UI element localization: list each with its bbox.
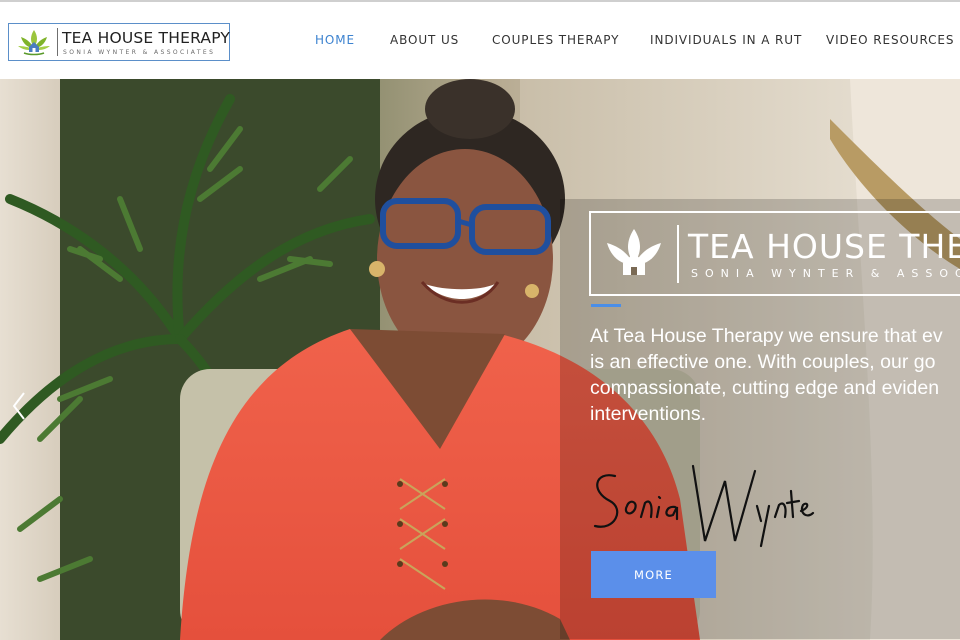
site-header: TEA HOUSE THERAPY SONIA WYNTER & ASSOCIA…: [0, 2, 960, 79]
main-nav: HOME ABOUT US COUPLES THERAPY INDIVIDUAL…: [0, 33, 960, 53]
nav-home[interactable]: HOME: [315, 33, 355, 47]
hero-tagline: At Tea House Therapy we ensure that ev i…: [590, 323, 960, 427]
signature: [593, 464, 815, 548]
nav-about-us[interactable]: ABOUT US: [390, 33, 459, 47]
more-button[interactable]: MORE: [591, 551, 716, 598]
accent-line: [591, 304, 621, 307]
hero-logo-divider: [677, 225, 679, 283]
nav-individuals-in-a-rut[interactable]: INDIVIDUALS IN A RUT: [650, 33, 802, 47]
tagline-line: At Tea House Therapy we ensure that ev: [590, 325, 943, 347]
hero-logo: TEA HOUSE THERA SONIA WYNTER & ASSOCI: [589, 211, 960, 296]
tagline-line: interventions.: [590, 403, 706, 425]
lotus-house-icon: [607, 229, 661, 275]
hero-logo-title: TEA HOUSE THERA: [688, 227, 960, 266]
hero-slider: TEA HOUSE THERA SONIA WYNTER & ASSOCI At…: [0, 79, 960, 640]
hero-logo-subtitle: SONIA WYNTER & ASSOCI: [691, 267, 960, 280]
tagline-line: compassionate, cutting edge and eviden: [590, 377, 940, 399]
nav-couples-therapy[interactable]: COUPLES THERAPY: [492, 33, 619, 47]
tagline-line: is an effective one. With couples, our g…: [590, 351, 936, 373]
nav-video-resources[interactable]: VIDEO RESOURCES: [826, 33, 954, 47]
chevron-left-icon[interactable]: [10, 391, 28, 421]
